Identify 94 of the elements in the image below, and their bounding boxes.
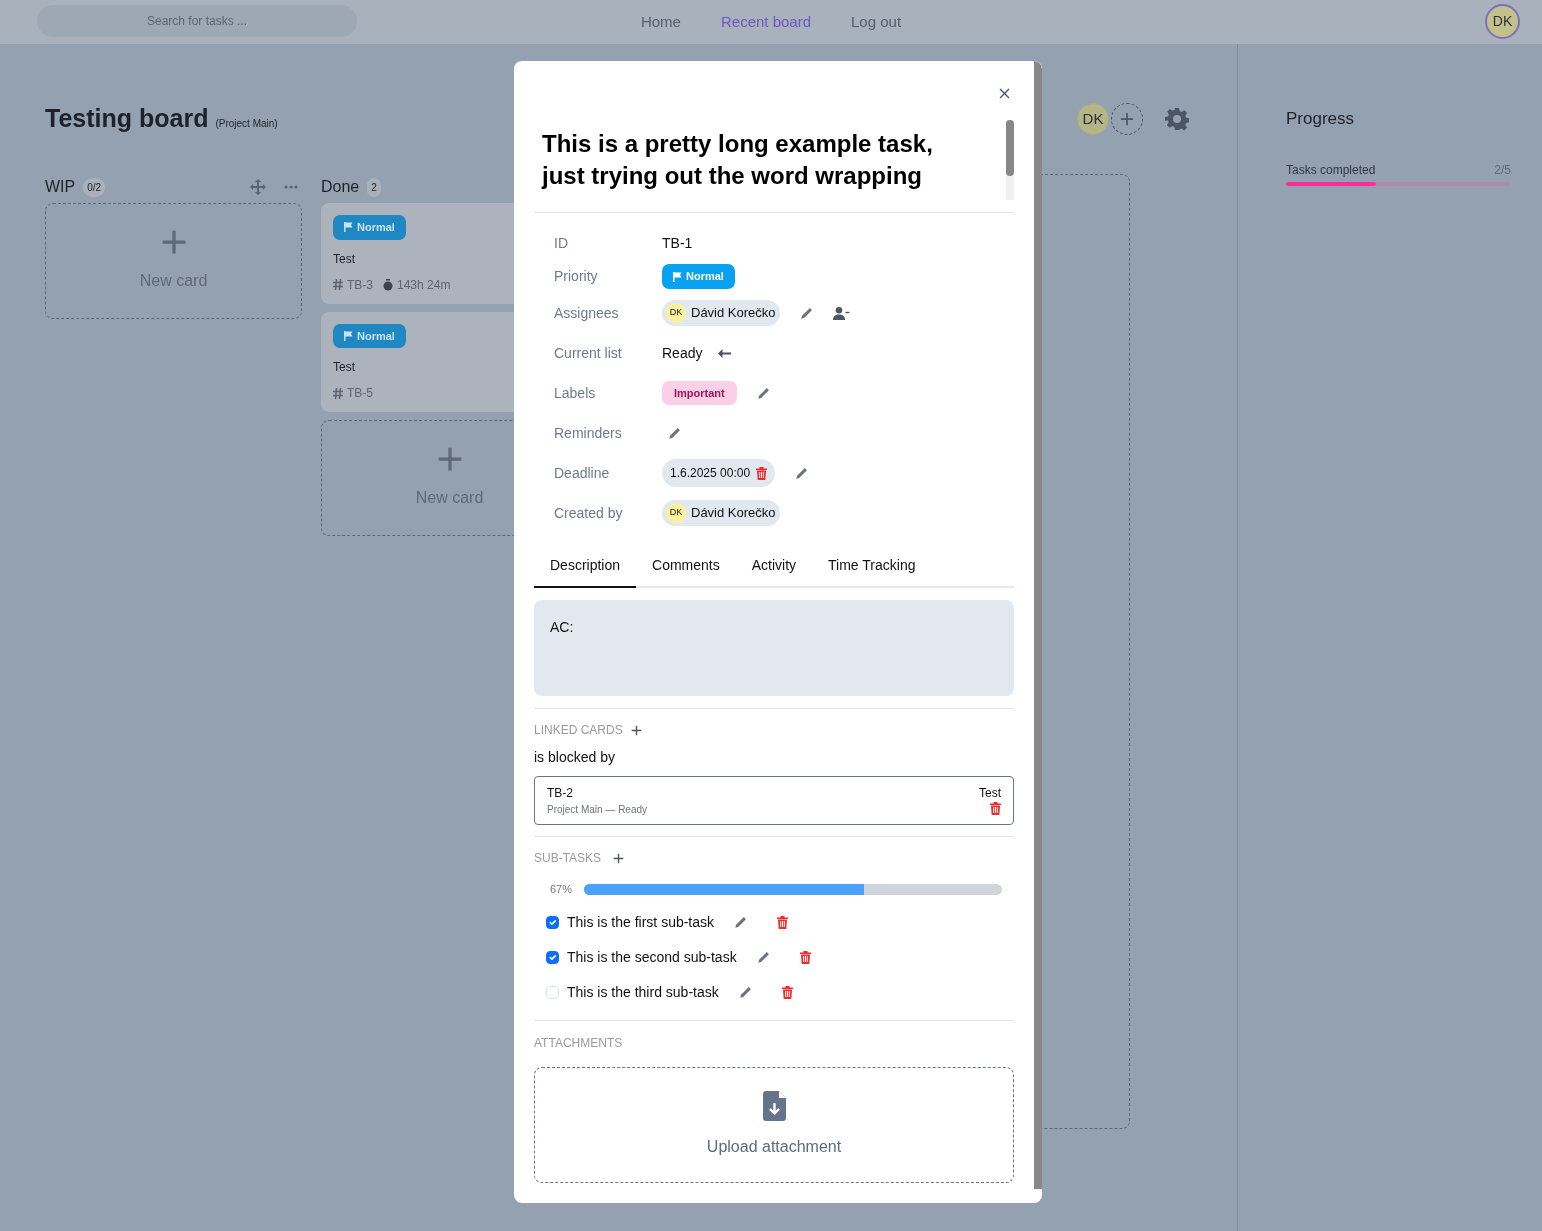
pencil-icon — [738, 985, 752, 999]
remove-user-button[interactable] — [832, 306, 850, 320]
board-title: Testing board — [45, 103, 209, 135]
section-heading: ATTACHMENTS — [534, 1034, 623, 1052]
trash-icon — [781, 985, 793, 999]
plus-icon — [160, 229, 187, 255]
plus-icon — [436, 446, 463, 472]
tab[interactable]: Comments — [636, 549, 736, 588]
search-field[interactable]: Search for tasks ... — [37, 5, 357, 37]
delete-button[interactable] — [777, 915, 789, 929]
panel-title: Progress — [1286, 108, 1356, 131]
plus-icon — [630, 724, 642, 736]
flag-icon — [344, 222, 353, 233]
edit-button[interactable] — [668, 426, 681, 440]
move-back-button[interactable] — [718, 348, 732, 358]
checkbox[interactable] — [546, 950, 559, 964]
column-title: Done — [321, 177, 360, 197]
hash-icon — [333, 279, 343, 290]
move-icon[interactable] — [250, 179, 266, 195]
section-heading: LINKED CARDS — [534, 722, 623, 739]
trash-icon — [756, 466, 768, 480]
card-id: TB-2 — [547, 785, 574, 802]
stopwatch-icon — [383, 278, 393, 291]
flag-icon — [673, 271, 682, 282]
subtask-text: This is the second sub-task — [567, 947, 737, 967]
card-location: Project Main — Ready — [547, 803, 648, 817]
card-id: TB-3 — [347, 276, 373, 294]
pencil-icon — [799, 306, 813, 320]
edit-button[interactable] — [795, 466, 809, 480]
label-tag[interactable]: Important — [662, 380, 737, 406]
linked-card[interactable]: TB-2 Project Main — Ready Test — [534, 776, 1014, 825]
more-icon[interactable] — [284, 185, 298, 189]
progress-percent: 67% — [550, 882, 573, 897]
trash-icon — [799, 950, 811, 964]
hash-icon — [333, 387, 343, 399]
close-icon — [999, 88, 1010, 99]
edit-button[interactable] — [756, 386, 770, 400]
pencil-icon — [795, 466, 809, 480]
edit-button[interactable] — [756, 950, 770, 964]
pencil-icon — [668, 426, 681, 440]
subtask-text: This is the first sub-task — [567, 912, 715, 932]
project-name: (Project Main) — [215, 116, 278, 131]
priority-badge: Normal — [333, 215, 406, 240]
delete-button[interactable] — [990, 802, 1001, 815]
relation-label: is blocked by — [534, 748, 616, 767]
add-link-button[interactable] — [630, 724, 642, 736]
card-title: Test — [333, 359, 356, 376]
user-chip[interactable]: DK Dávid Korečko — [662, 300, 780, 326]
card-count: 0/2 — [83, 177, 106, 197]
scrollbar[interactable] — [1034, 61, 1042, 1189]
pencil-icon — [756, 950, 770, 964]
section-heading: SUB-TASKS — [534, 850, 602, 867]
edit-button[interactable] — [734, 915, 748, 929]
task-title: This is a pretty long example task, just trying out the word wrapping — [542, 129, 934, 191]
card-count: 2 — [367, 177, 381, 197]
plus-icon — [1120, 112, 1134, 126]
field-value: Ready — [662, 343, 703, 363]
checkbox[interactable] — [546, 915, 559, 929]
settings-icon[interactable] — [1165, 107, 1189, 131]
card-title: Test — [979, 785, 1001, 802]
column-title: WIP — [45, 177, 76, 197]
subtask-text: This is the third sub-task — [567, 982, 719, 1002]
pencil-icon — [734, 915, 748, 929]
trash-icon — [990, 802, 1001, 815]
upload-button[interactable]: Upload attachment — [534, 1066, 1014, 1183]
add-subtask-button[interactable] — [613, 852, 625, 864]
card-title: Test — [333, 250, 356, 268]
user-avatar[interactable]: DK — [1485, 4, 1520, 39]
delete-button[interactable] — [799, 950, 811, 964]
tab[interactable]: Description — [534, 549, 637, 588]
priority-badge: Normal — [333, 323, 406, 348]
description-text: AC: — [534, 600, 1014, 696]
tab[interactable]: Time Tracking — [812, 549, 932, 588]
time-spent: 143h 24m — [397, 276, 451, 294]
flag-icon — [344, 330, 353, 341]
field-value: TB-1 — [662, 234, 693, 253]
pencil-icon — [756, 386, 770, 400]
edit-button[interactable] — [799, 306, 813, 320]
progress-label: Tasks completed — [1286, 162, 1376, 179]
tab[interactable]: Activity — [735, 549, 813, 588]
trash-icon — [777, 915, 789, 929]
deadline-chip[interactable]: 1.6.2025 00:00 — [662, 459, 776, 487]
close-button[interactable] — [997, 86, 1012, 101]
member-avatar[interactable]: DK — [1077, 103, 1109, 135]
card-id: TB-5 — [347, 385, 373, 402]
edit-button[interactable] — [738, 985, 752, 999]
user-chip: DK Dávid Korečko — [662, 500, 780, 526]
file-download-icon — [762, 1090, 786, 1121]
delete-button[interactable] — [781, 985, 793, 999]
arrow-left-icon — [718, 348, 732, 358]
user-minus-icon — [832, 306, 850, 320]
scrollbar[interactable] — [1006, 120, 1014, 200]
field-label: ID — [554, 234, 569, 253]
plus-icon — [613, 852, 625, 864]
